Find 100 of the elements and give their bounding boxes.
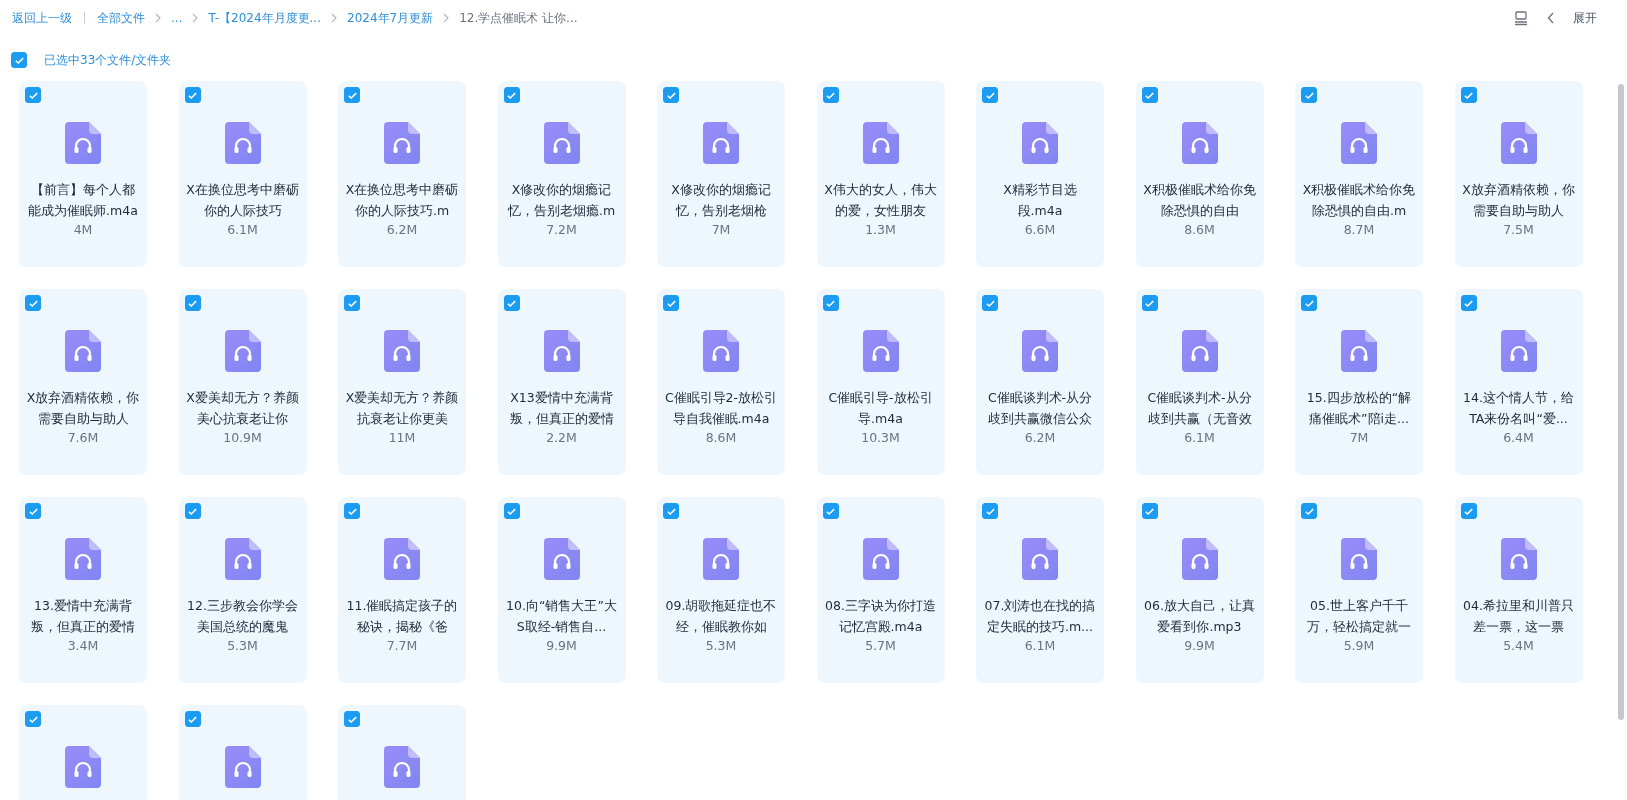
file-card[interactable]: X修改你的烟瘾记忆，告别老烟瘾.m 7.2M — [497, 81, 626, 267]
file-name: 15.四步放松的“解痛催眠术”陪i走... — [1305, 389, 1413, 428]
file-card[interactable]: 【前言】每个人都能成为催眠师.m4a 4M — [19, 81, 147, 267]
file-size: 7M — [711, 221, 731, 239]
breadcrumb-link[interactable]: 2024年7月更新 — [347, 9, 434, 27]
file-checkbox[interactable] — [184, 503, 201, 519]
file-checkbox[interactable] — [184, 711, 201, 727]
file-checkbox[interactable] — [1301, 503, 1317, 519]
file-card[interactable]: C催眠谈判术-从分歧到共赢（无音效 6.1M — [1135, 289, 1264, 475]
file-card[interactable]: X在换位思考中磨砺你的人际技巧 6.1M — [178, 81, 307, 267]
file-checkbox[interactable] — [1460, 503, 1477, 519]
file-checkbox[interactable] — [503, 295, 520, 311]
file-name: C催眠引导-放松引导.m4a — [827, 389, 934, 428]
file-card[interactable]: C催眠引导2-放松引导自我催眠.m4a 8.6M — [657, 289, 785, 475]
file-card[interactable]: X爱美却无方？养颜美心抗衰老让你 10.9M — [178, 289, 307, 475]
file-checkbox[interactable] — [822, 503, 839, 519]
audio-file-icon — [384, 746, 420, 788]
file-card[interactable]: C催眠引导-放松引导.m4a 10.3M — [816, 289, 945, 475]
file-checkbox[interactable] — [663, 503, 679, 519]
file-checkbox[interactable] — [1460, 87, 1477, 103]
audio-file-icon — [543, 330, 580, 372]
audio-file-icon — [1181, 122, 1218, 164]
file-card[interactable]: 05.世上客户千千万，轻松搞定就一 5.9M — [1295, 497, 1423, 683]
file-card[interactable]: 11.催眠搞定孩子的秘诀，揭秘《爸 7.7M — [338, 497, 466, 683]
file-card[interactable]: 04.希拉里和川普只差一票，这一票 5.4M — [1454, 497, 1583, 683]
file-card[interactable]: 10.向“销售大王”大S取经-销售自... 9.9M — [497, 497, 626, 683]
file-card[interactable]: X积极催眠术给你免除恐惧的自由 8.6M — [1135, 81, 1264, 267]
file-name: X修改你的烟瘾记忆，告别老烟枪 — [670, 181, 772, 220]
file-checkbox[interactable] — [344, 711, 360, 727]
file-name: 10.向“销售大王”大S取经-销售自... — [505, 597, 618, 636]
file-name: 14.这个情人节，给TA来份名叫“爱... — [1462, 389, 1575, 428]
file-card[interactable]: X伟大的女人，伟大的爱，女性朋友 1.3M — [816, 81, 945, 267]
file-name: X爱美却无方？养颜美心抗衰老让你 — [185, 389, 300, 428]
file-checkbox[interactable] — [663, 295, 679, 311]
file-size: 5.3M — [705, 637, 737, 655]
file-card[interactable]: X在换位思考中磨砺你的人际技巧.m 6.2M — [338, 81, 466, 267]
file-card[interactable]: 08.三字诀为你打造记忆宫殿.m4a 5.7M — [816, 497, 945, 683]
file-name: X在换位思考中磨砺你的人际技巧 — [185, 181, 300, 220]
back-link[interactable]: 返回上一级 — [12, 9, 72, 27]
file-card[interactable]: X爱美却无方？养颜抗衰老让你更美 11M — [338, 289, 466, 475]
file-card[interactable]: 12.三步教会你学会美国总统的魔鬼 5.3M — [178, 497, 307, 683]
chevron-left-icon[interactable] — [1547, 12, 1555, 24]
file-checkbox[interactable] — [663, 87, 679, 103]
file-checkbox[interactable] — [982, 295, 998, 311]
file-name: C催眠谈判术-从分歧到共赢（无音效 — [1146, 389, 1253, 428]
file-checkbox[interactable] — [982, 503, 998, 519]
file-card[interactable]: 07.刘涛也在找的搞定失眠的技巧.m... 6.1M — [976, 497, 1104, 683]
file-size: 5.7M — [865, 637, 896, 655]
file-checkbox[interactable] — [822, 295, 839, 311]
breadcrumb-link[interactable]: ... — [171, 11, 183, 25]
file-checkbox[interactable] — [344, 295, 360, 311]
expand-button[interactable]: 展开 — [1573, 9, 1597, 27]
scrollbar-thumb[interactable] — [1618, 84, 1624, 720]
file-card[interactable]: 14.这个情人节，给TA来份名叫“爱... 6.4M — [1454, 289, 1583, 475]
audio-file-icon — [1500, 122, 1537, 164]
file-card[interactable]: 09.胡歌拖延症也不经，催眠教你如 5.3M — [657, 497, 785, 683]
file-checkbox[interactable] — [1301, 295, 1317, 311]
file-checkbox[interactable] — [822, 87, 839, 103]
file-checkbox[interactable] — [344, 87, 360, 103]
file-card[interactable]: X修改你的烟瘾记忆，告别老烟枪 7M — [657, 81, 785, 267]
file-size: 11M — [388, 429, 416, 447]
file-checkbox[interactable] — [25, 503, 41, 519]
file-name: X伟大的女人，伟大的爱，女性朋友 — [823, 181, 938, 220]
list-view-icon[interactable] — [1513, 10, 1529, 26]
file-checkbox[interactable] — [184, 295, 201, 311]
file-checkbox[interactable] — [25, 711, 41, 727]
file-checkbox[interactable] — [503, 503, 520, 519]
file-card[interactable]: 13.爱情中充满背叛，但真正的爱情 3.4M — [19, 497, 147, 683]
audio-file-icon — [862, 538, 899, 580]
file-card[interactable]: X放弃酒精依赖，你需要自助与助人 7.5M — [1454, 81, 1583, 267]
file-name: C催眠引导2-放松引导自我催眠.m4a — [663, 389, 779, 428]
file-checkbox[interactable] — [1141, 295, 1158, 311]
file-checkbox[interactable] — [1141, 87, 1158, 103]
file-checkbox[interactable] — [1301, 87, 1317, 103]
file-checkbox[interactable] — [184, 87, 201, 103]
audio-file-icon — [65, 122, 101, 164]
file-card[interactable]: C催眠谈判术-从分歧到共赢微信公众 6.2M — [976, 289, 1104, 475]
file-checkbox[interactable] — [503, 87, 520, 103]
file-card[interactable]: X13爱情中充满背叛，但真正的爱情 2.2M — [497, 289, 626, 475]
file-size: 8.6M — [705, 429, 737, 447]
breadcrumb-link[interactable]: T-【2024年月度更... — [208, 9, 321, 27]
file-card[interactable]: X精彩节目选段.m4a 6.6M — [976, 81, 1104, 267]
file-card[interactable]: 06.放大自己，让真爱看到你.mp3 9.9M — [1135, 497, 1264, 683]
file-checkbox[interactable] — [25, 295, 41, 311]
file-card[interactable]: X积极催眠术给你免除恐惧的自由.m 8.7M — [1295, 81, 1423, 267]
select-all-checkbox[interactable] — [11, 52, 27, 68]
file-card[interactable]: X放弃酒精依赖，你需要自助与助人 7.6M — [19, 289, 147, 475]
file-checkbox[interactable] — [1141, 503, 1158, 519]
audio-file-icon — [1500, 538, 1537, 580]
breadcrumb-link[interactable]: 全部文件 — [97, 9, 145, 27]
file-name: X在换位思考中磨砺你的人际技巧.m — [344, 181, 460, 220]
file-name: 13.爱情中充满背叛，但真正的爱情 — [30, 597, 136, 636]
chevron-right-icon — [330, 13, 338, 23]
file-checkbox[interactable] — [25, 87, 41, 103]
file-size: 7.7M — [386, 637, 418, 655]
file-checkbox[interactable] — [344, 503, 360, 519]
file-card[interactable]: 15.四步放松的“解痛催眠术”陪i走... 7M — [1295, 289, 1423, 475]
breadcrumb-link[interactable]: 12.学点催眠术 让你... — [459, 9, 578, 27]
file-checkbox[interactable] — [1460, 295, 1477, 311]
file-checkbox[interactable] — [982, 87, 998, 103]
